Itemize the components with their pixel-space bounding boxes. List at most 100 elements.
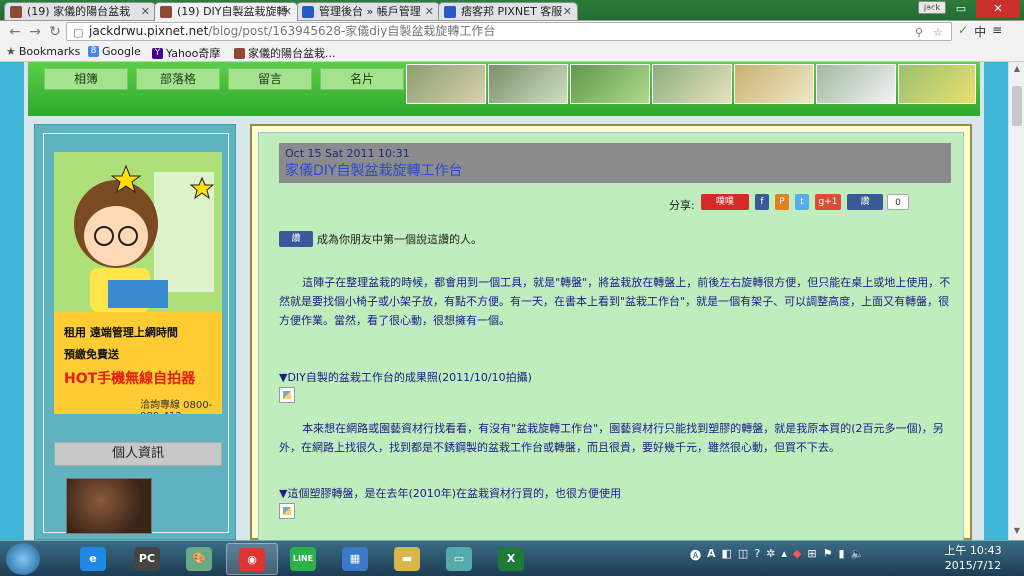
fb-like-row: 讚 成為你朋友中第一個說這讚的人。 [279,231,482,247]
bookmark-blog[interactable]: 家儀的陽台盆栽... [234,45,336,61]
system-clock[interactable]: 上午 10:43 2015/7/12 [940,543,1006,573]
minimize-icon[interactable]: — [916,0,946,18]
ime-icon[interactable]: A [707,547,716,563]
address-bar[interactable]: ▢ jackdrwu.pixnet.net/blog/post/16394562… [66,22,952,41]
avatar[interactable] [66,478,152,534]
tab-close-icon[interactable]: ✕ [141,3,150,20]
taskbar-excel[interactable]: X [486,543,538,575]
bookmarks-bar: ★ Bookmarks 8 Google Y Yahoo奇摩 家儀的陽台盆栽..… [0,43,1024,62]
tab-close-icon[interactable]: ✕ [425,3,434,20]
sidebar-ad[interactable]: 租用 遠端管理上網時間 預繳免費送 HOT手機無線自拍器 洽詢專線 0800-0… [54,152,222,414]
scroll-down-icon[interactable]: ▼ [1009,526,1024,538]
sidebar: 租用 遠端管理上網時間 預繳免費送 HOT手機無線自拍器 洽詢專線 0800-0… [34,124,236,540]
header-photo [488,64,568,104]
maximize-icon[interactable]: ▭ [946,0,976,18]
plurk-share-button[interactable]: 噗噗 [701,194,749,210]
bookmark-star-icon[interactable]: ☆ [933,24,943,40]
browser-toolbar: ← → ↻ ▢ jackdrwu.pixnet.net/blog/post/16… [0,21,1024,43]
pixnet-share-icon[interactable]: P [775,194,789,210]
photo-caption: ▼DIY自製的盆栽工作台的成果照(2011/10/10拍攝) [279,371,532,384]
tab-close-icon[interactable]: ✕ [283,3,292,20]
tab-close-icon[interactable]: ✕ [563,3,572,20]
taskbar-explorer[interactable]: ▬ [382,543,434,575]
post-frame: Oct 15 Sat 2011 10:31 家儀DIY自製盆栽旋轉工作台 分享:… [250,124,972,540]
settings-icon[interactable]: ✲ [766,547,775,563]
menu-icon[interactable]: ≡ [992,23,1002,40]
twitter-share-icon[interactable]: t [795,194,809,210]
language-icon[interactable]: 中 [974,23,986,40]
google-plus-button[interactable]: g+1 [815,194,841,210]
nav-profile-card[interactable]: 名片 [320,68,404,90]
bookmark-bookmarks[interactable]: ★ Bookmarks [6,45,80,58]
blog-header: 相簿 部落格 留言 名片 [28,62,980,116]
action-center-icon[interactable]: ⚑ [823,547,833,563]
taskbar-chrome[interactable]: ◉ [226,543,278,575]
window-controls: — ▭ ✕ [916,0,1020,18]
tab-pixnet-support[interactable]: 痞客邦 PIXNET 客服 ✕ [438,2,578,21]
taskbar-photocape[interactable]: PC [122,543,174,575]
windows-flag-icon[interactable]: ⊞ [807,547,816,563]
ime-mode-icon[interactable]: ◧ [722,547,732,563]
check-icon[interactable]: ✓ [958,23,968,40]
nav-album[interactable]: 相簿 [44,68,128,90]
facebook-share-icon[interactable]: f [755,194,769,210]
like-count-badge: 0 [887,194,909,210]
bookmark-yahoo[interactable]: Y Yahoo奇摩 [152,45,220,61]
profile-heading: 個人資訊 [54,442,222,466]
close-window-icon[interactable]: ✕ [976,0,1020,18]
forward-icon[interactable]: → [26,23,44,41]
taskbar-network[interactable]: ▦ [330,543,382,575]
sidebar-panel: 租用 遠端管理上網時間 預繳免費送 HOT手機無線自拍器 洽詢專線 0800-0… [43,133,229,534]
ie-icon: e [80,547,106,571]
tab-admin[interactable]: 管理後台 » 帳戶管理 ✕ [296,2,440,21]
taskbar-line[interactable]: LINE [278,543,330,575]
tab-blog-home[interactable]: (19) 家儀的陽台盆栽 ✕ [4,2,156,21]
ad-girl-illustration [54,152,222,312]
tab-diy-post[interactable]: (19) DIY自製盆栽旋轉 ✕ [154,2,298,21]
tab-label: (19) 家儀的陽台盆栽 [27,5,131,18]
reload-icon[interactable]: ↻ [46,23,64,41]
taskbar-paint[interactable]: 🎨 [174,543,226,575]
url-path: /blog/post/163945628-家儀diy自製盆栽旋轉工作台 [208,24,496,38]
volume-icon[interactable]: 🔈 [851,547,865,563]
post-title[interactable]: 家儀DIY自製盆栽旋轉工作台 [285,162,951,180]
ad-text-panel: 租用 遠端管理上網時間 預繳免費送 HOT手機無線自拍器 洽詢專線 0800-0… [54,312,222,414]
broken-image-icon[interactable] [279,503,295,519]
paint-icon: 🎨 [186,547,212,571]
scroll-thumb[interactable] [1012,86,1022,126]
scroll-up-icon[interactable]: ▲ [1009,64,1024,76]
nav-blog[interactable]: 部落格 [136,68,220,90]
photo-caption: ▼這個塑膠轉盤，是在去年(2010年)在盆栽資材行買的，也很方便使用 [279,487,622,500]
broken-image-icon[interactable] [279,387,295,403]
language-bar-icon[interactable]: 🅐 [690,547,701,563]
fb-like-button[interactable]: 讚 [847,194,883,210]
bookmark-google[interactable]: 8 Google [88,45,141,58]
network-icon: ▦ [342,547,368,571]
start-button[interactable] [6,543,40,575]
antivirus-icon[interactable]: ◆ [793,547,801,563]
nav-guestbook[interactable]: 留言 [228,68,312,90]
help-icon[interactable]: ? [754,547,760,563]
chrome-icon: ◉ [239,548,265,572]
post-header: Oct 15 Sat 2011 10:31 家儀DIY自製盆栽旋轉工作台 [279,143,951,183]
folder-icon: ▬ [394,547,420,571]
page-scrollbar[interactable]: ▲ ▼ [1008,62,1024,540]
ime-punct-icon[interactable]: ◫ [738,547,748,563]
photocape-icon: PC [134,547,160,571]
back-icon[interactable]: ← [6,23,24,41]
blog-icon [234,47,245,59]
extension-icons: ✓ 中 ≡ [958,23,1002,40]
taskbar-ie[interactable]: e [68,543,120,575]
tab-label: 管理後台 » 帳戶管理 [319,5,421,18]
taskbar-window[interactable]: ▭ [434,543,486,575]
ad-line: 租用 遠端管理上網時間 [64,326,178,339]
fb-like-inline-button[interactable]: 讚 [279,231,313,247]
show-hidden-icon[interactable]: ▴ [781,547,787,563]
post-content: Oct 15 Sat 2011 10:31 家儀DIY自製盆栽旋轉工作台 分享:… [258,132,964,540]
signal-icon[interactable]: ▮ [838,547,844,563]
share-label: 分享: [669,199,695,212]
tab-favicon-icon [160,6,172,18]
header-photo [816,64,896,104]
zoom-icon[interactable]: ⚲ [915,24,923,40]
windows-taskbar: e PC 🎨 ◉ LINE ▦ ▬ ▭ X 🅐 A ◧ ◫ ? ✲ ▴ ◆ ⊞ … [0,540,1024,576]
